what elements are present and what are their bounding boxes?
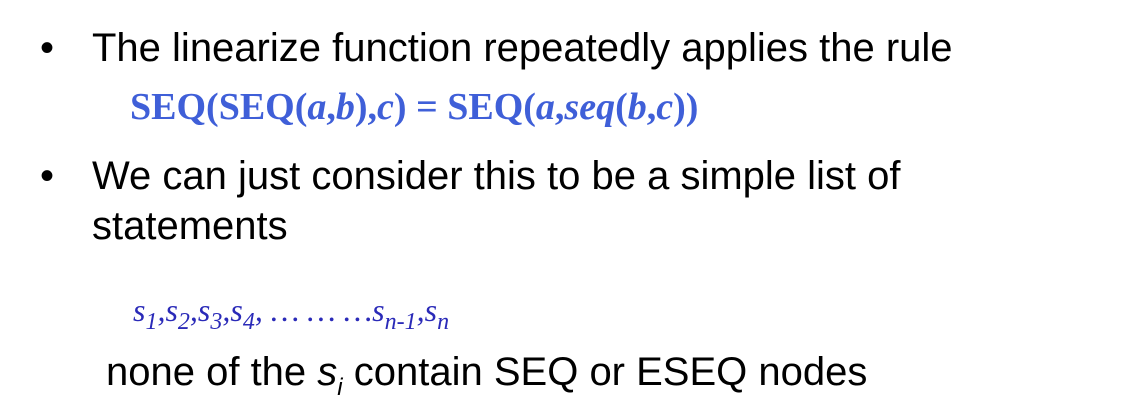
note-line: none of the si contain SEQ or ESEQ nodes: [106, 350, 868, 401]
bullet-text-line-2: statements: [92, 204, 288, 248]
bullet-text-line-1: We can just consider this to be a simple…: [92, 154, 901, 198]
statement-sequence: s1,s2,s3,s4, … … …sn-1,sn: [133, 292, 450, 335]
bullet-text: The linearize function repeatedly applie…: [92, 26, 953, 70]
bullet-dot-icon: •: [40, 154, 55, 198]
seq-rule-formula: SEQ(SEQ(a,b),c) = SEQ(a,seq(b,c)): [130, 86, 699, 128]
slide: • The linearize function repeatedly appl…: [0, 0, 1137, 415]
bullet-dot-icon: •: [40, 26, 55, 70]
